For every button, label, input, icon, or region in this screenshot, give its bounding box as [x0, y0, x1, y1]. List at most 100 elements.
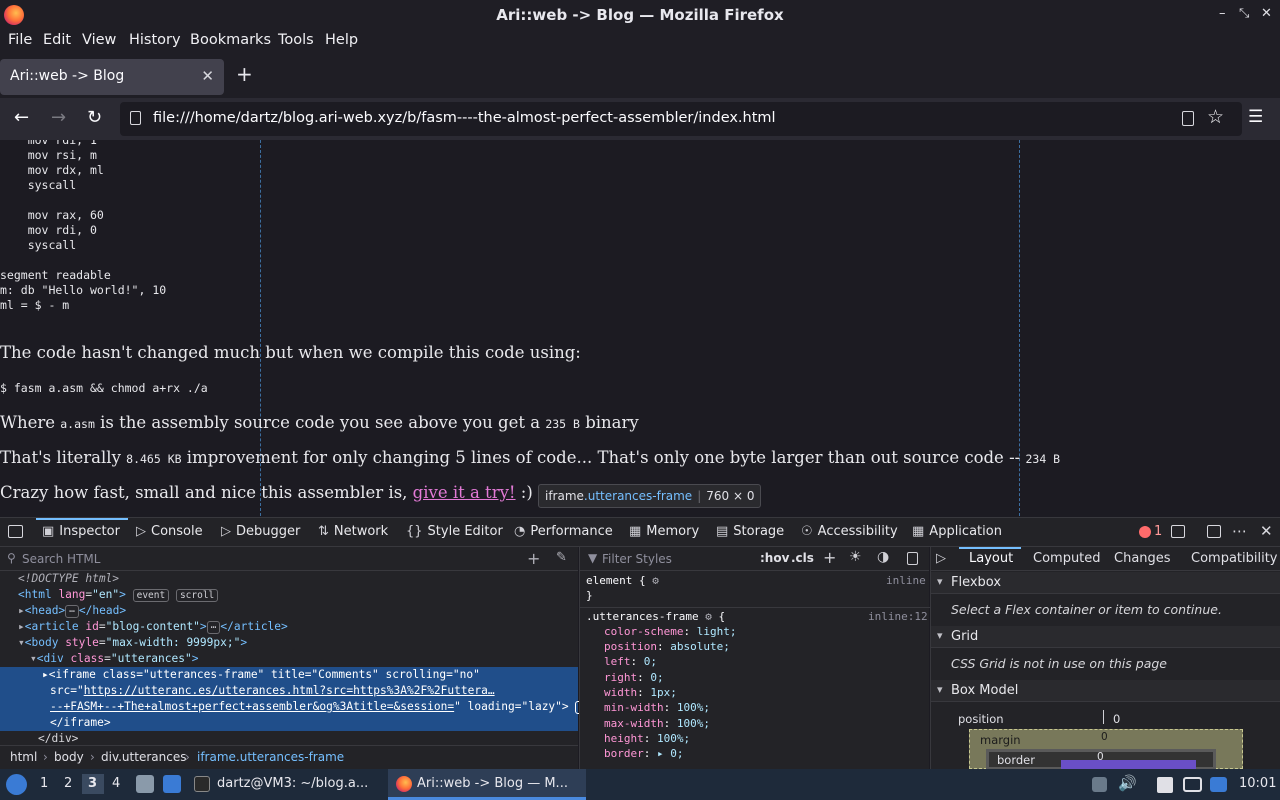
tab-application[interactable]: ▦ Application — [912, 524, 1002, 539]
dark-theme-icon[interactable]: ◑ — [877, 549, 889, 565]
menu-tools[interactable]: Tools — [278, 32, 314, 48]
box-model-section[interactable]: Box Model — [931, 680, 1280, 702]
tree-html[interactable]: <html lang="en"> event scroll — [0, 587, 578, 603]
dock-icon[interactable] — [1207, 525, 1221, 538]
add-node-icon[interactable]: + — [527, 549, 540, 568]
search-html-bar[interactable]: ⚲ Search HTML + ✎ — [0, 547, 578, 571]
tree-div-utterances[interactable]: ▾<div class="utterances"> — [0, 651, 578, 667]
close-devtools-icon[interactable]: ✕ — [1260, 522, 1273, 540]
hamburger-menu-icon[interactable]: ☰ — [1248, 107, 1263, 127]
close-window-button[interactable]: ✕ — [1261, 6, 1272, 21]
collapse-arrow-icon[interactable]: ▾ — [30, 652, 37, 665]
split-console-icon[interactable] — [1171, 525, 1185, 538]
workspace-2[interactable]: 2 — [64, 776, 72, 791]
position-value[interactable]: 0 — [1113, 712, 1120, 726]
css-declaration[interactable]: height: 100%; — [586, 731, 930, 746]
margin-box[interactable]: margin 0 border 0 — [969, 729, 1243, 770]
reload-icon[interactable]: ↻ — [87, 107, 102, 128]
new-tab-button[interactable]: + — [236, 62, 253, 86]
tab-storage[interactable]: ▤ Storage — [716, 524, 784, 539]
css-declaration[interactable]: position: absolute; — [586, 639, 930, 654]
toggle-pane-icon[interactable]: ▷ — [936, 551, 946, 566]
url-bar[interactable]: file:///home/dartz/blog.ari-web.xyz/b/fa… — [120, 102, 1242, 136]
forward-arrow-icon[interactable]: → — [51, 107, 66, 128]
src-url-part-1[interactable]: https://utteranc.es/utterances.html?src=… — [84, 684, 495, 697]
css-declaration[interactable]: left: 0; — [586, 654, 930, 669]
collapsed-badge[interactable]: ⋯ — [206, 621, 221, 634]
minimize-button[interactable]: – — [1219, 6, 1226, 21]
eyedropper-icon[interactable]: ✎ — [556, 550, 567, 565]
rule-source[interactable]: inline:12 — [868, 609, 928, 624]
tab-changes[interactable]: Changes — [1114, 551, 1171, 566]
workspace-4[interactable]: 4 — [112, 776, 120, 791]
grid-section[interactable]: Grid — [931, 626, 1280, 648]
tray-display-icon[interactable] — [1183, 777, 1202, 792]
tab-accessibility[interactable]: ☉ Accessibility — [801, 524, 898, 539]
tab-compatibility[interactable]: Compatibility — [1191, 551, 1278, 566]
menu-bookmarks[interactable]: Bookmarks — [190, 32, 271, 48]
tab-memory[interactable]: ▦ Memory — [629, 524, 699, 539]
tab-close-icon[interactable]: ✕ — [201, 67, 214, 85]
css-declaration[interactable]: right: 0; — [586, 670, 930, 685]
breadcrumb-body[interactable]: body — [54, 750, 84, 764]
menu-help[interactable]: Help — [325, 32, 358, 48]
tree-head[interactable]: ▸<head> ⋯ </head> — [0, 603, 578, 619]
element-rule-source[interactable]: inline — [886, 573, 926, 588]
tree-body[interactable]: ▾<body style="max-width: 9999px;"> — [0, 635, 578, 651]
border-box[interactable]: border 0 — [986, 749, 1216, 770]
start-menu-icon[interactable] — [6, 774, 27, 795]
more-options-icon[interactable]: ⋯ — [1232, 522, 1247, 540]
expand-arrow-icon[interactable]: ▸ — [18, 604, 25, 617]
tree-iframe-selected[interactable]: ▸<iframe class="utterances-frame" title=… — [0, 667, 578, 683]
css-declaration[interactable]: width: 1px; — [586, 685, 930, 700]
utterances-rule[interactable]: .utterances-frame ⚙ {inline:12 — [586, 609, 930, 624]
breadcrumb-iframe[interactable]: iframe.utterances-frame — [197, 750, 344, 764]
tab-style-editor[interactable]: {} Style Editor — [406, 524, 503, 539]
breadcrumb-div[interactable]: div.utterances — [101, 750, 186, 764]
tree-article[interactable]: ▸<article id="blog-content"> ⋯ </article> — [0, 619, 578, 635]
taskbar-firefox[interactable]: Ari::web -> Blog — M... — [417, 776, 568, 791]
tab-inspector[interactable]: ▣ Inspector — [42, 524, 120, 539]
bookmark-star-icon[interactable]: ☆ — [1207, 106, 1224, 128]
breadcrumb-html[interactable]: html — [10, 750, 37, 764]
error-icon[interactable] — [1139, 526, 1151, 538]
css-declaration[interactable]: border: ▸ 0; — [586, 746, 930, 761]
tab-console[interactable]: ▷ Console — [136, 524, 203, 539]
filter-styles-input[interactable]: Filter Styles — [602, 552, 672, 566]
hov-toggle[interactable]: :hov — [760, 551, 789, 565]
src-url-part-2[interactable]: --+FASM+--+The+almost+perfect+assembler&… — [50, 700, 454, 713]
tab-ari-web-blog[interactable]: Ari::web -> Blog ✕ — [0, 59, 224, 95]
taskbar-terminal[interactable]: dartz@VM3: ~/blog.a... — [217, 776, 368, 791]
tree-doctype[interactable]: <!DOCTYPE html> — [0, 571, 578, 587]
tree-iframe-close[interactable]: </iframe> — [0, 715, 578, 731]
css-declaration[interactable]: min-width: 100%; — [586, 700, 930, 715]
reader-view-icon[interactable] — [1182, 111, 1194, 126]
menu-history[interactable]: History — [129, 32, 181, 48]
menu-file[interactable]: File — [8, 32, 32, 48]
tab-computed[interactable]: Computed — [1033, 551, 1101, 566]
search-html-input[interactable]: Search HTML — [22, 552, 100, 566]
collapsed-badge[interactable]: ⋯ — [65, 605, 79, 618]
cls-toggle[interactable]: .cls — [791, 551, 814, 565]
maximize-button[interactable]: ⤡ — [1239, 6, 1249, 21]
workspace-1[interactable]: 1 — [40, 776, 48, 791]
tray-clipboard-icon[interactable] — [1092, 777, 1107, 792]
tab-network[interactable]: ⇅ Network — [318, 524, 388, 539]
flexbox-section[interactable]: Flexbox — [931, 572, 1280, 594]
print-media-icon[interactable] — [907, 552, 918, 565]
menu-edit[interactable]: Edit — [43, 32, 71, 48]
add-rule-icon[interactable]: + — [823, 548, 836, 567]
tab-performance[interactable]: ◔ Performance — [514, 524, 613, 539]
tab-layout[interactable]: Layout — [969, 551, 1013, 566]
css-declaration[interactable]: color-scheme: light; — [586, 624, 930, 639]
file-manager-icon[interactable] — [136, 775, 154, 793]
url-text[interactable]: file:///home/dartz/blog.ari-web.xyz/b/fa… — [153, 110, 776, 126]
tree-iframe-src[interactable]: src="https://utteranc.es/utterances.html… — [0, 683, 578, 699]
tab-debugger[interactable]: ▷ Debugger — [221, 524, 300, 539]
tray-notes-icon[interactable] — [1157, 777, 1173, 793]
menu-view[interactable]: View — [82, 32, 116, 48]
collapse-arrow-icon[interactable]: ▾ — [18, 636, 25, 649]
workspace-3-active[interactable]: 3 — [82, 774, 104, 794]
scroll-badge[interactable]: scroll — [175, 589, 219, 602]
give-it-a-try-link[interactable]: give it a try! — [413, 483, 516, 502]
